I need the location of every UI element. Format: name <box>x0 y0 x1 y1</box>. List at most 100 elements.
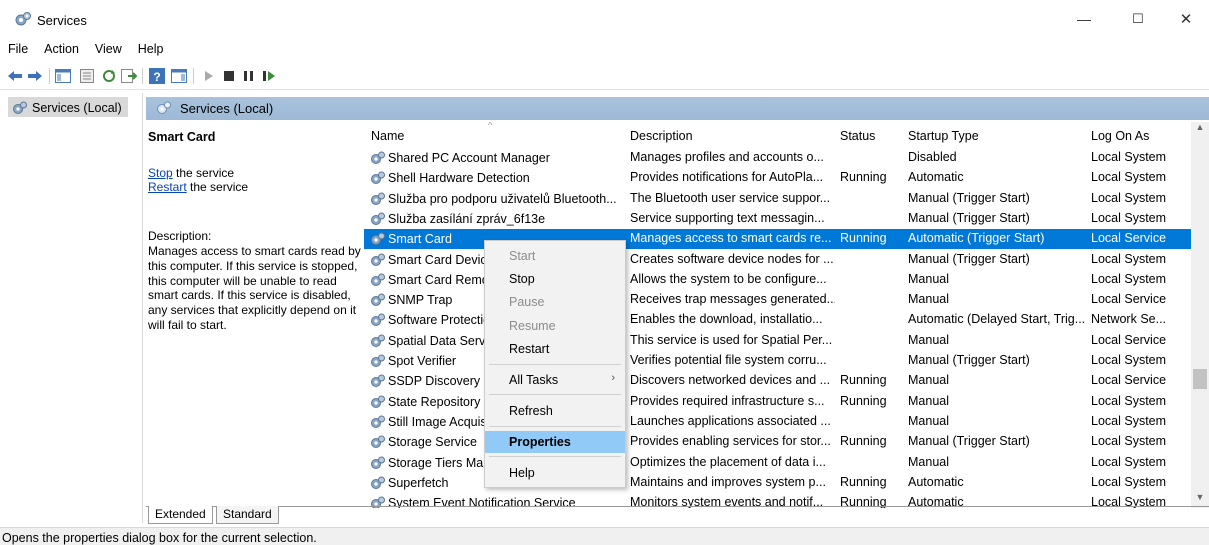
context-menu-stop[interactable]: Stop <box>485 268 625 290</box>
context-menu-resume[interactable]: Resume <box>485 315 625 337</box>
service-startup-type-cell: Automatic (Trigger Start) <box>908 231 1045 246</box>
toolbar-separator <box>49 68 50 84</box>
view-tabs: Extended Standard <box>146 506 1209 524</box>
tree-item-services-local[interactable]: Services (Local) <box>8 97 128 117</box>
service-log-on-as-cell: Local System <box>1091 251 1167 266</box>
console-tree-icon[interactable] <box>54 67 72 85</box>
restart-service-icon[interactable] <box>260 67 278 85</box>
table-row[interactable]: Shell Hardware Detection Provides notific… <box>364 168 1191 188</box>
scroll-up-icon[interactable]: ▲ <box>1191 122 1209 138</box>
context-menu-separator <box>489 456 621 457</box>
vertical-scrollbar[interactable]: ▲ ▼ <box>1191 122 1209 508</box>
column-header-status[interactable]: Status <box>840 129 875 143</box>
refresh-icon[interactable] <box>100 67 118 85</box>
context-menu-refresh[interactable]: Refresh <box>485 400 625 422</box>
tab-standard[interactable]: Standard <box>216 506 279 524</box>
service-status-cell: Running <box>840 434 887 449</box>
service-startup-type-cell: Manual <box>908 292 949 307</box>
service-log-on-as-cell: Local System <box>1091 150 1167 164</box>
service-description-cell: The Bluetooth user service suppor... <box>630 190 831 205</box>
table-row[interactable]: Služba zasílání zpráv_6f13e Service suppo… <box>364 209 1191 229</box>
context-menu-all-tasks[interactable]: All Tasks › <box>485 369 625 391</box>
service-log-on-as-cell: Local Service <box>1091 231 1167 246</box>
service-name-cell: Služba zasílání zpráv_6f13e <box>370 211 622 227</box>
services-gear-icon <box>15 12 31 26</box>
column-header-name[interactable]: Name <box>371 129 404 143</box>
service-gear-icon <box>371 273 385 286</box>
context-menu: Start Stop Pause Resume Restart All Task… <box>484 240 626 488</box>
service-gear-icon <box>371 435 385 449</box>
service-status-cell: Running <box>840 474 887 489</box>
forward-arrow-icon[interactable] <box>26 67 44 85</box>
service-status-cell: Running <box>840 231 887 246</box>
description-text: Manages access to smart cards read by th… <box>148 244 361 332</box>
restart-service-line: Restart the service <box>148 180 249 194</box>
service-log-on-as-cell: Network Se... <box>1091 312 1167 327</box>
scrollbar-thumb[interactable] <box>1193 369 1207 389</box>
context-menu-properties[interactable]: Properties <box>485 431 625 453</box>
column-header-log-on-as[interactable]: Log On As <box>1091 129 1149 143</box>
menu-action[interactable]: Action <box>36 40 87 60</box>
export-list-icon[interactable] <box>120 67 138 85</box>
service-detail-panel: Smart Card Stop the service Restart the … <box>146 122 362 502</box>
service-log-on-as-cell: Local System <box>1091 454 1167 469</box>
menu-view[interactable]: View <box>87 40 130 60</box>
action-pane-icon[interactable] <box>170 67 188 85</box>
table-row[interactable]: Služba pro podporu uživatelů Bluetooth..… <box>364 189 1191 209</box>
service-log-on-as-cell: Local System <box>1091 413 1167 428</box>
service-description-cell: Service supporting text messagin... <box>630 210 825 225</box>
service-name-cell: Služba pro podporu uživatelů Bluetooth..… <box>370 191 622 207</box>
service-name-text: Smart Card <box>388 232 452 247</box>
toolbar-separator <box>193 68 194 84</box>
service-status-cell: Running <box>840 393 887 408</box>
status-bar: Opens the properties dialog box for the … <box>0 527 1209 545</box>
service-gear-icon <box>371 334 385 347</box>
context-menu-pause[interactable]: Pause <box>485 291 625 313</box>
table-row[interactable]: Shared PC Account Manager Manages profile… <box>364 148 1191 168</box>
close-button[interactable]: ✕ <box>1166 6 1206 32</box>
start-service-icon[interactable] <box>200 67 218 85</box>
service-gear-icon <box>371 253 385 266</box>
menu-file[interactable]: File <box>0 40 36 60</box>
service-name-text: Služba zasílání zpráv_6f13e <box>388 211 546 226</box>
maximize-button[interactable]: ☐ <box>1118 6 1158 32</box>
svg-text:?: ? <box>153 70 160 84</box>
help-icon[interactable]: ? <box>148 67 166 85</box>
service-startup-type-cell: Automatic <box>908 170 964 185</box>
minimize-button[interactable]: — <box>1064 6 1104 32</box>
service-startup-type-cell: Automatic (Delayed Start, Trig... <box>908 312 1086 327</box>
service-log-on-as-cell: Local System <box>1091 474 1167 489</box>
service-log-on-as-cell: Local System <box>1091 190 1167 205</box>
service-gear-icon <box>371 151 385 164</box>
services-gear-icon <box>13 101 27 114</box>
properties-sheet-icon[interactable] <box>78 67 96 85</box>
service-startup-type-cell: Manual (Trigger Start) <box>908 251 1030 266</box>
context-menu-separator <box>489 394 621 395</box>
column-header-description[interactable]: Description <box>630 129 693 143</box>
service-log-on-as-cell: Local System <box>1091 210 1167 225</box>
column-header-startup-type[interactable]: Startup Type <box>908 129 979 143</box>
menu-help[interactable]: Help <box>130 40 172 60</box>
context-menu-help[interactable]: Help <box>485 462 625 484</box>
service-gear-icon <box>371 395 385 408</box>
service-log-on-as-cell: Local System <box>1091 393 1167 408</box>
service-gear-icon <box>371 212 385 225</box>
restart-service-link[interactable]: Restart <box>148 180 187 194</box>
back-arrow-icon[interactable] <box>6 67 24 85</box>
stop-service-link[interactable]: Stop <box>148 166 173 180</box>
service-gear-icon <box>371 232 385 246</box>
service-gear-icon <box>371 171 385 185</box>
tab-extended[interactable]: Extended <box>148 506 213 524</box>
service-name-cell: Shared PC Account Manager <box>370 150 622 166</box>
context-menu-restart[interactable]: Restart <box>485 338 625 360</box>
service-startup-type-cell: Manual <box>908 271 949 286</box>
service-description-cell: This service is used for Spatial Per... <box>630 332 833 347</box>
service-startup-type-cell: Manual <box>908 332 949 347</box>
context-menu-start[interactable]: Start <box>485 245 625 267</box>
table-header: ^ Name Description Status Startup Type L… <box>364 122 1191 150</box>
service-description-cell: Provides enabling services for stor... <box>630 434 831 449</box>
selected-service-title: Smart Card <box>148 130 216 144</box>
stop-service-icon[interactable] <box>220 67 238 85</box>
service-description-cell: Manages access to smart cards re... <box>630 231 832 246</box>
pause-service-icon[interactable] <box>240 67 258 85</box>
